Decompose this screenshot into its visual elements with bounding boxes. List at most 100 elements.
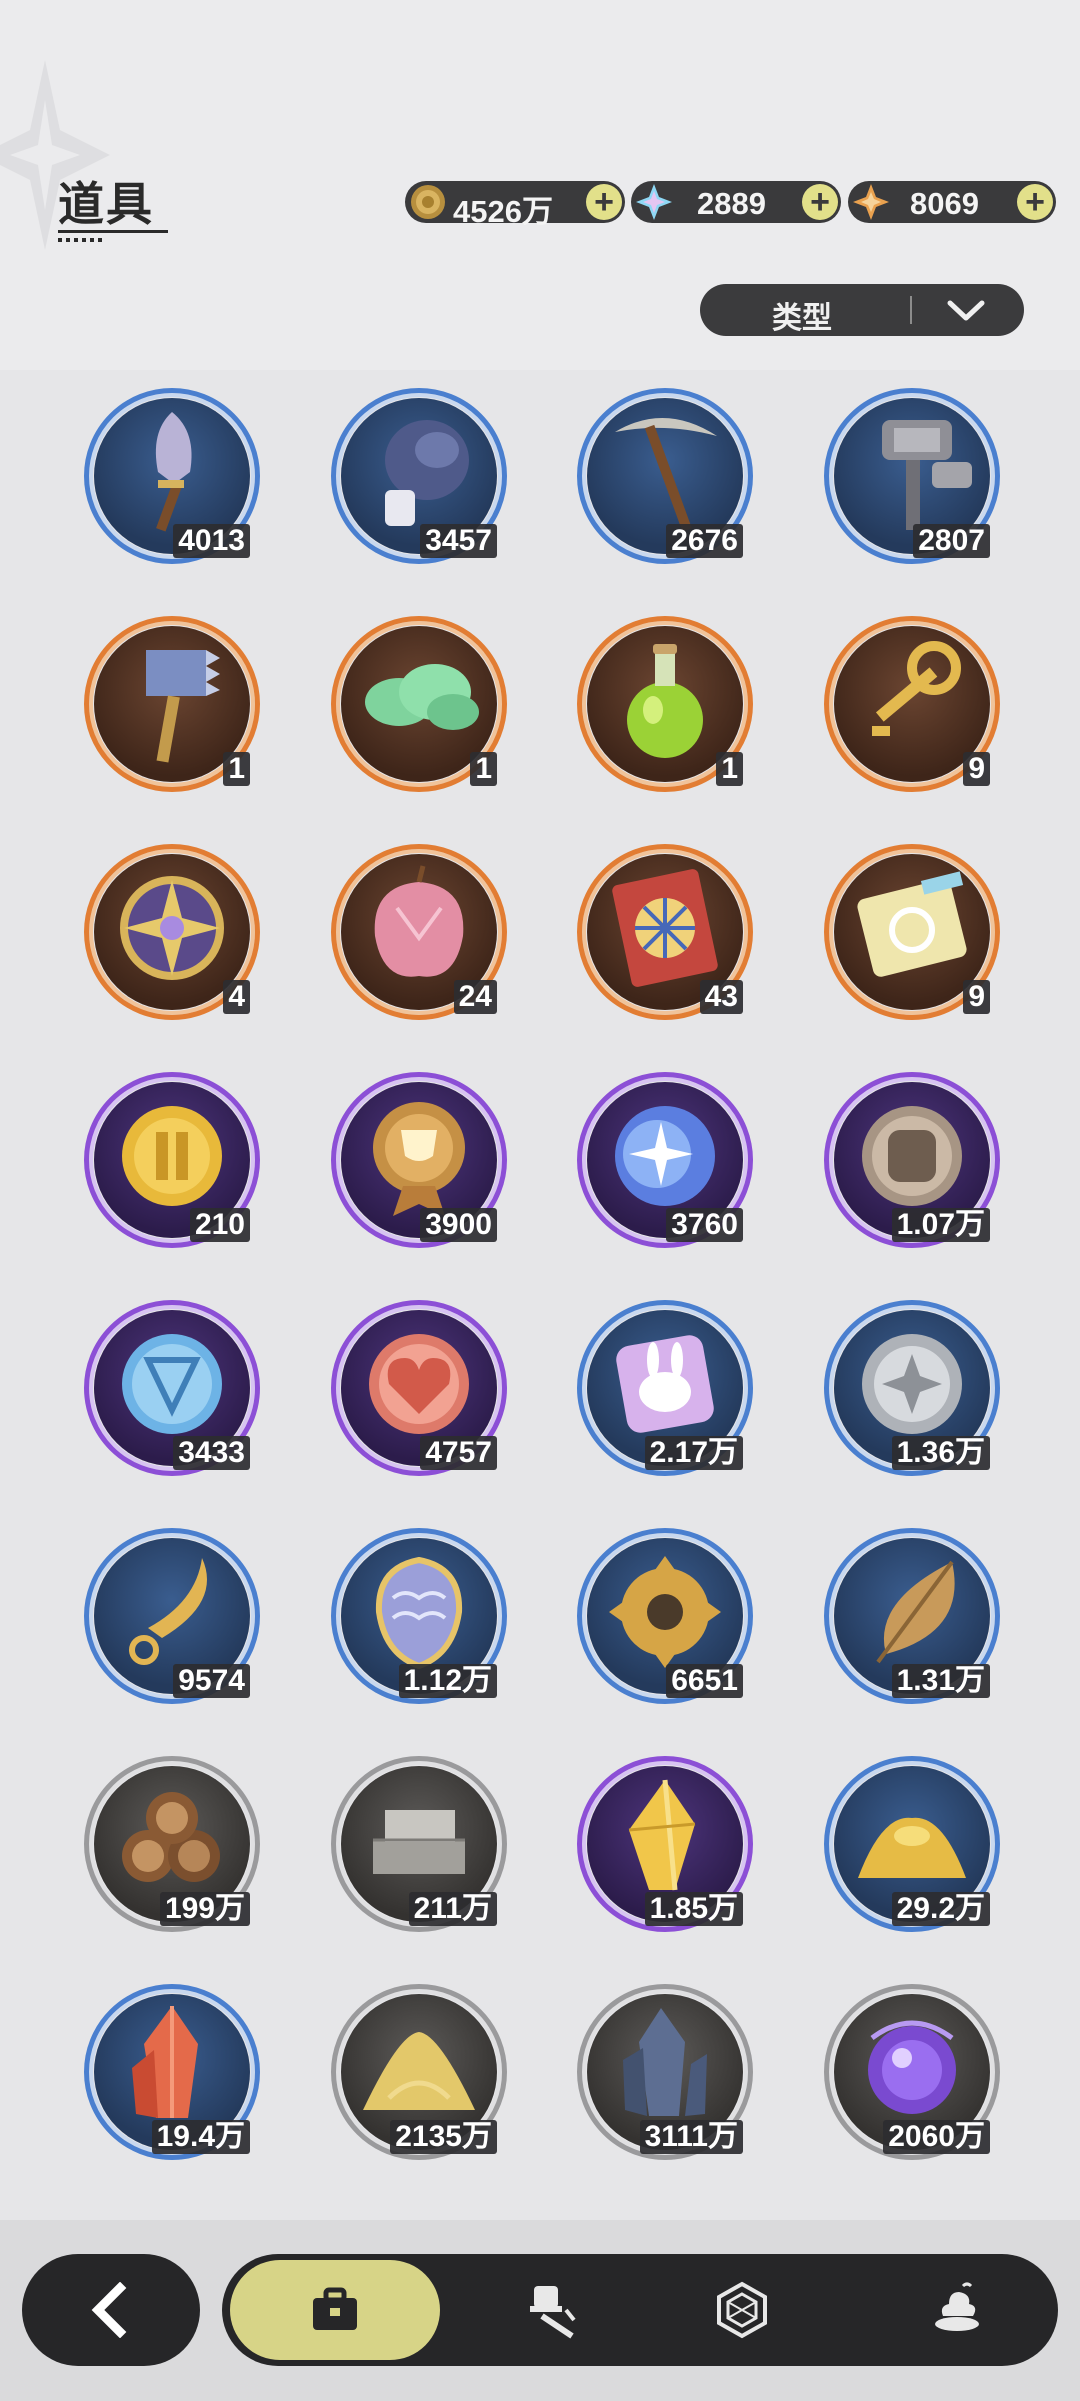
item-quantity: 9574 [173, 1664, 250, 1698]
golden-leaf-icon [876, 1560, 955, 1664]
item-quantity: 1 [223, 752, 250, 786]
item-slot[interactable]: 9574 [84, 1528, 260, 1704]
primogem-value: 2889 [697, 186, 766, 221]
gear-icon [609, 1556, 721, 1668]
item-slot[interactable]: 43 [577, 844, 753, 1020]
title-underline [58, 230, 168, 233]
gold-dust-icon [858, 1817, 966, 1878]
item-slot[interactable]: 2676 [577, 388, 753, 564]
green-cloud-icon [365, 664, 479, 730]
item-slot[interactable]: 199万 [84, 1756, 260, 1932]
item-slot[interactable]: 4 [84, 844, 260, 1020]
item-quantity: 9 [963, 752, 990, 786]
item-slot[interactable]: 211万 [331, 1756, 507, 1932]
spiked-hammer-icon [146, 650, 220, 763]
item-slot[interactable]: 3900 [331, 1072, 507, 1248]
item-quantity: 1 [716, 752, 743, 786]
add-starglitter-button[interactable]: + [1017, 184, 1053, 220]
wood-logs-icon [122, 1792, 220, 1882]
item-slot[interactable]: 19.4万 [84, 1984, 260, 2160]
tab-bag[interactable] [230, 2260, 440, 2360]
item-slot[interactable]: 2807 [824, 388, 1000, 564]
hammer-icon [882, 420, 972, 530]
type-filter-dropdown[interactable]: 类型 [700, 284, 1024, 336]
item-slot[interactable]: 9 [824, 844, 1000, 1020]
item-quantity: 2807 [913, 524, 990, 558]
mora-value: 4526万 [453, 194, 553, 229]
gold-coin-icon [122, 1106, 222, 1206]
item-slot[interactable]: 6651 [577, 1528, 753, 1704]
title-dots [58, 238, 106, 242]
item-slot[interactable]: 4757 [331, 1300, 507, 1476]
starglitter-icon [853, 184, 889, 220]
chevron-down-icon [947, 300, 985, 321]
item-quantity: 1 [470, 752, 497, 786]
puzzle-ticket-icon [857, 871, 967, 977]
back-button[interactable] [22, 2254, 200, 2366]
item-slot[interactable]: 210 [84, 1072, 260, 1248]
currency-mora: 4526万 + [405, 181, 625, 229]
currency-primogem: 2889 + [631, 181, 841, 223]
item-quantity: 1.36万 [891, 1436, 990, 1470]
dark-crystal-icon [623, 2008, 707, 2116]
back-arrow-icon [91, 2282, 127, 2338]
item-slot[interactable]: 1 [84, 616, 260, 792]
filter-separator [910, 296, 912, 324]
pickaxe-icon [615, 417, 717, 532]
item-quantity: 3900 [420, 1208, 497, 1242]
item-quantity: 19.4万 [151, 2120, 250, 2154]
item-slot[interactable]: 29.2万 [824, 1756, 1000, 1932]
item-slot[interactable]: 2.17万 [577, 1300, 753, 1476]
item-quantity: 2135万 [390, 2120, 497, 2154]
item-quantity: 2060万 [883, 2120, 990, 2154]
crystal-apple-icon [374, 865, 464, 977]
item-quantity: 3111万 [639, 2120, 743, 2154]
item-slot[interactable]: 1 [577, 616, 753, 792]
item-slot[interactable]: 3760 [577, 1072, 753, 1248]
sand-pile-icon [363, 2032, 475, 2110]
item-slot[interactable]: 1.31万 [824, 1528, 1000, 1704]
rabbit-card-icon [616, 1335, 714, 1433]
shovel-icon [155, 412, 192, 532]
item-slot[interactable]: 2060万 [824, 1984, 1000, 2160]
item-quantity: 9 [963, 980, 990, 1014]
briefcase-icon [313, 2287, 357, 2330]
item-slot[interactable]: 1 [331, 616, 507, 792]
item-quantity: 1.07万 [891, 1208, 990, 1242]
item-quantity: 211万 [408, 1892, 497, 1926]
item-quantity: 4757 [420, 1436, 497, 1470]
add-primogem-button[interactable]: + [802, 184, 838, 220]
tab-characters[interactable] [477, 2254, 627, 2366]
item-slot[interactable]: 3111万 [577, 1984, 753, 2160]
boxing-glove-icon [385, 420, 469, 526]
filter-label: 类型 [772, 302, 832, 335]
item-quantity: 1.12万 [398, 1664, 497, 1698]
page-title: 道具 [58, 178, 154, 230]
item-slot[interactable]: 1.12万 [331, 1528, 507, 1704]
item-slot[interactable]: 9 [824, 616, 1000, 792]
tab-food[interactable] [882, 2254, 1032, 2366]
hat-fork-icon [530, 2286, 576, 2339]
starglitter-value: 8069 [910, 186, 979, 221]
add-mora-button[interactable]: + [586, 184, 622, 220]
gold-crystal-icon [628, 1779, 696, 1891]
trophy-medal-icon [373, 1102, 465, 1216]
item-slot[interactable]: 1.36万 [824, 1300, 1000, 1476]
silver-coin-icon [862, 1334, 962, 1434]
nav-tabs [222, 2254, 1058, 2366]
item-slot[interactable]: 1.07万 [824, 1072, 1000, 1248]
item-slot[interactable]: 3457 [331, 388, 507, 564]
tab-materials[interactable] [667, 2254, 817, 2366]
item-quantity: 4 [223, 980, 250, 1014]
red-crystal-icon [132, 2006, 198, 2118]
item-slot[interactable]: 4013 [84, 388, 260, 564]
item-slot[interactable]: 1.85万 [577, 1756, 753, 1932]
header: 道具 4526万 + 2889 + 8069 + 类型 [0, 0, 1080, 370]
item-quantity: 210 [189, 1208, 250, 1242]
item-quantity: 43 [699, 980, 743, 1014]
item-slot[interactable]: 3433 [84, 1300, 260, 1476]
item-slot[interactable]: 2135万 [331, 1984, 507, 2160]
scale-shield-icon [375, 1556, 463, 1670]
star-moon-coin-icon [615, 1106, 715, 1206]
item-slot[interactable]: 24 [331, 844, 507, 1020]
